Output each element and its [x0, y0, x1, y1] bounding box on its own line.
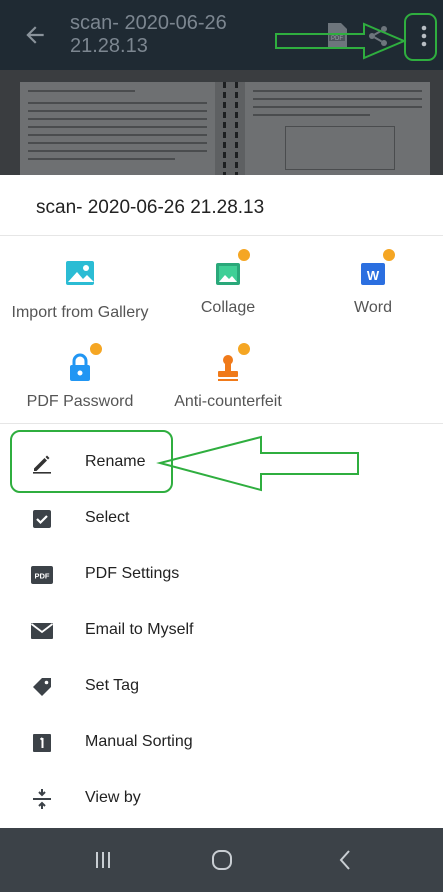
preview-page-gutter: [215, 82, 245, 175]
app-bar: scan- 2020-06-26 21.28.13 PDF: [0, 0, 443, 70]
tool-label: Word: [354, 299, 392, 316]
lock-icon: [62, 341, 104, 385]
menu-item-set-tag[interactable]: Set Tag: [0, 659, 443, 715]
menu-item-rename[interactable]: Rename: [0, 435, 443, 491]
menu-item-pdf-settings[interactable]: PDF PDF Settings: [0, 547, 443, 603]
tool-label: PDF Password: [26, 393, 134, 410]
divider: [0, 235, 443, 236]
home-icon[interactable]: [207, 846, 237, 874]
pencil-icon: [33, 455, 51, 474]
envelope-icon: [30, 623, 54, 639]
bottom-sheet: scan- 2020-06-26 21.28.13 Import from Ga…: [0, 175, 443, 828]
divider: [0, 423, 443, 424]
menu-item-select[interactable]: Select: [0, 491, 443, 547]
tool-collage[interactable]: Collage: [153, 247, 303, 317]
preview-page-right: [245, 82, 430, 175]
menu-item-view-by[interactable]: View by: [0, 771, 443, 827]
menu-item-manual-sorting[interactable]: Manual Sorting: [0, 715, 443, 771]
back-chevron-icon[interactable]: [330, 846, 360, 874]
checkbox-icon: [33, 510, 51, 528]
menu-item-email-to-myself[interactable]: Email to Myself: [0, 603, 443, 659]
recent-apps-icon[interactable]: [88, 846, 118, 874]
tool-label: Anti-counterfeit: [174, 393, 282, 410]
view-by-icon: [33, 789, 51, 809]
menu-item-label: Email to Myself: [85, 621, 194, 638]
menu-item-label: PDF Settings: [85, 565, 180, 582]
sheet-title: scan- 2020-06-26 21.28.13: [36, 197, 265, 218]
premium-crown-icon: [236, 341, 252, 357]
pdf-icon[interactable]: PDF: [326, 22, 348, 48]
tool-label: Import from Gallery: [11, 304, 149, 321]
premium-crown-icon: [236, 247, 252, 263]
tool-label: Collage: [200, 299, 256, 316]
gallery-image-icon: [66, 261, 94, 285]
menu-item-label: View by: [85, 789, 141, 806]
arrow-left-icon[interactable]: [22, 22, 48, 48]
svg-text:W: W: [367, 268, 380, 283]
menu-item-label: Manual Sorting: [85, 733, 193, 750]
tool-word[interactable]: W Word: [298, 247, 443, 317]
stamp-icon: [210, 341, 252, 385]
premium-crown-icon: [88, 341, 104, 357]
collage-icon: [210, 247, 252, 291]
tool-import-from-gallery[interactable]: Import from Gallery: [5, 255, 155, 322]
tool-anti-counterfeit[interactable]: Anti-counterfeit: [153, 341, 303, 411]
menu-item-label: Select: [85, 509, 130, 526]
tag-icon: [33, 678, 51, 696]
document-preview: [0, 70, 443, 175]
menu-item-label: Set Tag: [85, 677, 139, 694]
preview-page-left: [20, 82, 215, 175]
tool-pdf-password[interactable]: PDF Password: [5, 341, 155, 411]
svg-text:PDF: PDF: [331, 36, 343, 42]
premium-crown-icon: [381, 247, 397, 263]
menu-item-label: Rename: [85, 453, 146, 470]
svg-text:PDF: PDF: [35, 572, 50, 581]
app-bar-title: scan- 2020-06-26 21.28.13: [70, 12, 227, 57]
more-vertical-icon[interactable]: [412, 22, 436, 50]
system-nav-bar: [0, 828, 443, 892]
share-icon[interactable]: [366, 24, 390, 48]
sort-number-icon: [33, 734, 51, 752]
word-icon: W: [355, 247, 397, 291]
pdf-badge-icon: PDF: [31, 566, 53, 584]
